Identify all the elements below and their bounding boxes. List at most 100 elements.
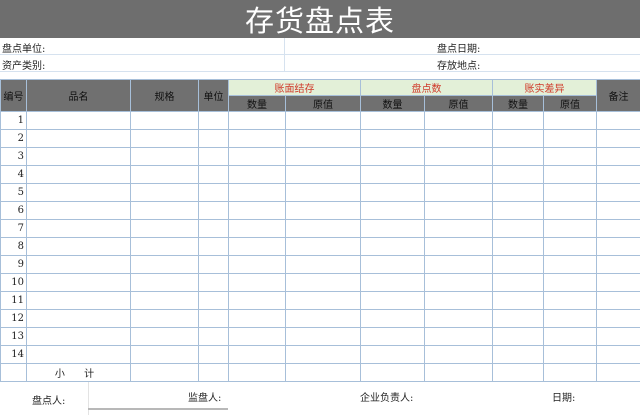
table-cell[interactable] <box>286 346 361 364</box>
table-cell[interactable] <box>361 346 425 364</box>
table-cell[interactable] <box>229 292 286 310</box>
table-cell[interactable] <box>361 328 425 346</box>
table-cell[interactable] <box>27 346 131 364</box>
table-cell[interactable] <box>544 346 597 364</box>
table-cell[interactable] <box>27 292 131 310</box>
table-cell[interactable] <box>229 238 286 256</box>
table-cell[interactable] <box>425 112 493 130</box>
table-cell[interactable] <box>597 328 640 346</box>
table-cell[interactable] <box>597 148 640 166</box>
table-cell[interactable] <box>229 130 286 148</box>
table-cell[interactable] <box>597 274 640 292</box>
table-cell[interactable] <box>493 202 544 220</box>
table-cell[interactable] <box>199 328 229 346</box>
table-cell[interactable] <box>199 166 229 184</box>
table-cell[interactable] <box>131 148 199 166</box>
subtotal-cell[interactable] <box>131 364 199 382</box>
table-cell[interactable] <box>286 256 361 274</box>
table-cell[interactable] <box>286 220 361 238</box>
table-cell[interactable] <box>199 274 229 292</box>
table-cell[interactable] <box>493 256 544 274</box>
table-cell[interactable] <box>425 292 493 310</box>
table-cell[interactable] <box>597 166 640 184</box>
table-cell[interactable] <box>131 112 199 130</box>
table-cell[interactable] <box>286 184 361 202</box>
table-cell[interactable] <box>425 130 493 148</box>
table-cell[interactable] <box>199 238 229 256</box>
table-cell[interactable] <box>199 256 229 274</box>
table-cell[interactable] <box>27 166 131 184</box>
table-cell[interactable] <box>544 256 597 274</box>
table-cell[interactable] <box>199 130 229 148</box>
table-cell[interactable] <box>27 112 131 130</box>
table-cell[interactable] <box>544 220 597 238</box>
table-cell[interactable] <box>131 274 199 292</box>
table-cell[interactable] <box>286 112 361 130</box>
table-cell[interactable] <box>597 112 640 130</box>
table-cell[interactable] <box>361 202 425 220</box>
table-cell[interactable] <box>131 310 199 328</box>
table-cell[interactable] <box>199 346 229 364</box>
subtotal-cell[interactable] <box>493 364 544 382</box>
table-cell[interactable] <box>229 202 286 220</box>
table-cell[interactable] <box>425 220 493 238</box>
table-cell[interactable] <box>27 256 131 274</box>
table-cell[interactable] <box>361 184 425 202</box>
table-cell[interactable] <box>361 310 425 328</box>
table-cell[interactable] <box>286 238 361 256</box>
table-cell[interactable] <box>229 328 286 346</box>
table-cell[interactable] <box>597 220 640 238</box>
table-cell[interactable] <box>493 274 544 292</box>
table-cell[interactable] <box>493 130 544 148</box>
table-cell[interactable] <box>493 112 544 130</box>
table-cell[interactable] <box>361 256 425 274</box>
table-cell[interactable] <box>229 274 286 292</box>
table-cell[interactable] <box>425 238 493 256</box>
table-cell[interactable] <box>493 220 544 238</box>
table-cell[interactable] <box>425 148 493 166</box>
table-cell[interactable] <box>131 220 199 238</box>
table-cell[interactable] <box>597 256 640 274</box>
table-cell[interactable] <box>544 310 597 328</box>
subtotal-cell[interactable] <box>229 364 286 382</box>
table-cell[interactable] <box>286 166 361 184</box>
table-cell[interactable] <box>27 238 131 256</box>
table-cell[interactable] <box>425 184 493 202</box>
subtotal-cell[interactable] <box>286 364 361 382</box>
table-cell[interactable] <box>199 202 229 220</box>
table-cell[interactable] <box>544 130 597 148</box>
table-cell[interactable] <box>199 292 229 310</box>
table-cell[interactable] <box>286 202 361 220</box>
table-cell[interactable] <box>425 274 493 292</box>
table-cell[interactable] <box>425 346 493 364</box>
subtotal-cell[interactable] <box>425 364 493 382</box>
table-cell[interactable] <box>131 184 199 202</box>
table-cell[interactable] <box>597 346 640 364</box>
table-cell[interactable] <box>544 328 597 346</box>
table-cell[interactable] <box>544 148 597 166</box>
table-cell[interactable] <box>229 310 286 328</box>
table-cell[interactable] <box>493 166 544 184</box>
table-cell[interactable] <box>286 310 361 328</box>
table-cell[interactable] <box>425 202 493 220</box>
table-cell[interactable] <box>361 274 425 292</box>
table-cell[interactable] <box>361 148 425 166</box>
table-cell[interactable] <box>131 328 199 346</box>
table-cell[interactable] <box>286 274 361 292</box>
table-cell[interactable] <box>597 310 640 328</box>
table-cell[interactable] <box>493 328 544 346</box>
table-cell[interactable] <box>286 292 361 310</box>
subtotal-cell[interactable] <box>597 364 640 382</box>
table-cell[interactable] <box>493 184 544 202</box>
table-cell[interactable] <box>131 292 199 310</box>
table-cell[interactable] <box>544 112 597 130</box>
table-cell[interactable] <box>544 292 597 310</box>
table-cell[interactable] <box>361 130 425 148</box>
table-cell[interactable] <box>544 166 597 184</box>
table-cell[interactable] <box>425 256 493 274</box>
table-cell[interactable] <box>131 346 199 364</box>
table-cell[interactable] <box>286 328 361 346</box>
table-cell[interactable] <box>361 166 425 184</box>
table-cell[interactable] <box>361 220 425 238</box>
table-cell[interactable] <box>229 112 286 130</box>
